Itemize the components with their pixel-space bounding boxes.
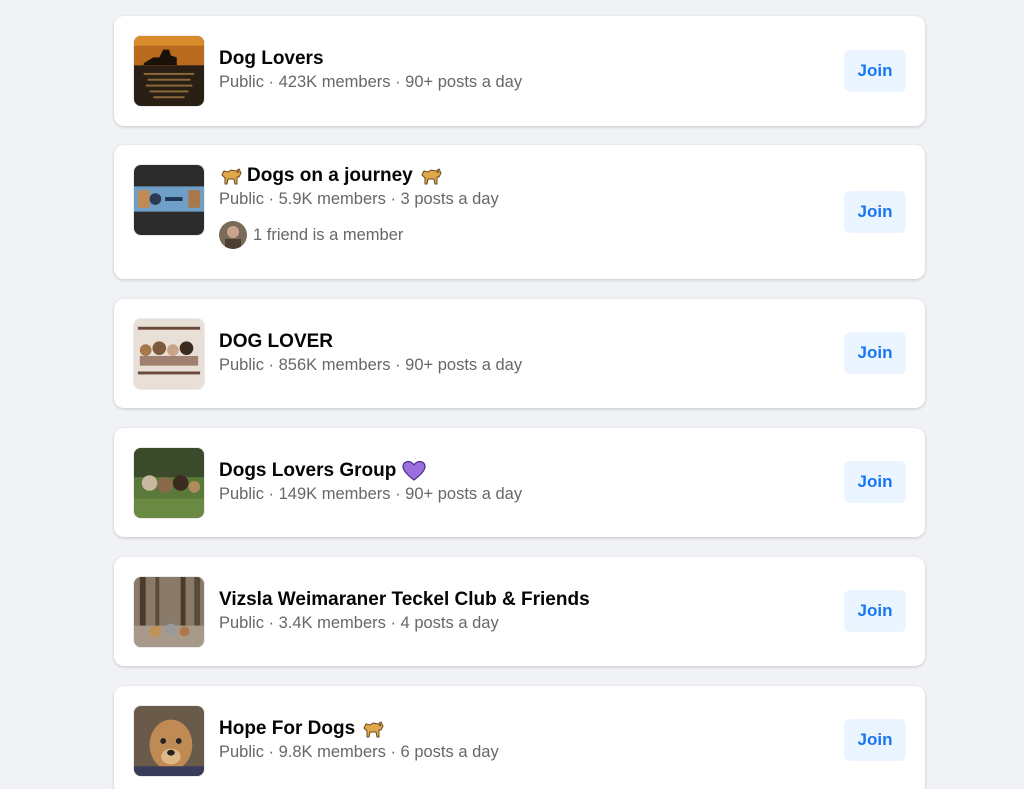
join-button[interactable]: Join xyxy=(844,332,906,374)
friend-member-row: 1 friend is a member xyxy=(219,221,775,249)
group-card-dogs-on-a-journey[interactable]: Dogs on a journey Public · 5.9K members … xyxy=(114,145,925,279)
group-name[interactable]: Hope For Dogs xyxy=(219,718,355,740)
group-meta: Public · 9.8K members · 6 posts a day xyxy=(219,743,499,761)
group-meta: Public · 149K members · 90+ posts a day xyxy=(219,485,523,503)
group-card-dog-lover[interactable]: DOG LOVER Public · 856K members · 90+ po… xyxy=(114,299,925,408)
join-button[interactable]: Join xyxy=(844,590,906,632)
group-card-hope-for-dogs[interactable]: Hope For Dogs Public · 9.8K members · 6 … xyxy=(114,686,925,789)
group-meta: Public · 856K members · 90+ posts a day xyxy=(219,356,523,374)
group-thumbnail[interactable] xyxy=(133,447,205,519)
group-card-dog-lovers[interactable]: Dog Lovers Public · 423K members · 90+ p… xyxy=(114,16,925,126)
group-thumbnail[interactable] xyxy=(133,318,205,390)
purple-heart-icon xyxy=(402,460,426,482)
group-name[interactable]: Dogs Lovers Group xyxy=(219,460,396,482)
dog-emoji-icon xyxy=(219,165,243,187)
group-name[interactable]: DOG LOVER xyxy=(219,331,333,353)
group-meta: Public · 423K members · 90+ posts a day xyxy=(219,73,523,91)
group-thumbnail[interactable] xyxy=(133,576,205,648)
group-thumbnail[interactable] xyxy=(133,35,205,107)
group-meta: Public · 5.9K members · 3 posts a day xyxy=(219,190,499,208)
group-name[interactable]: Vizsla Weimaraner Teckel Club & Friends xyxy=(219,589,590,611)
friend-avatar xyxy=(219,221,247,249)
group-name[interactable]: Dog Lovers xyxy=(219,48,324,70)
friend-member-text: 1 friend is a member xyxy=(253,225,404,244)
join-button[interactable]: Join xyxy=(844,191,906,233)
join-button[interactable]: Join xyxy=(844,50,906,92)
dog-emoji-icon xyxy=(361,718,385,740)
group-thumbnail[interactable] xyxy=(133,705,205,777)
dog-emoji-icon xyxy=(419,165,443,187)
group-card-dogs-lovers-group[interactable]: Dogs Lovers Group Public · 149K members … xyxy=(114,428,925,537)
group-list: Dog Lovers Public · 423K members · 90+ p… xyxy=(0,0,1024,789)
join-button[interactable]: Join xyxy=(844,461,906,503)
group-thumbnail[interactable] xyxy=(133,164,205,236)
join-button[interactable]: Join xyxy=(844,719,906,761)
group-card-vizsla-weimaraner[interactable]: Vizsla Weimaraner Teckel Club & Friends … xyxy=(114,557,925,666)
group-meta: Public · 3.4K members · 4 posts a day xyxy=(219,614,499,632)
group-name[interactable]: Dogs on a journey xyxy=(247,165,413,187)
